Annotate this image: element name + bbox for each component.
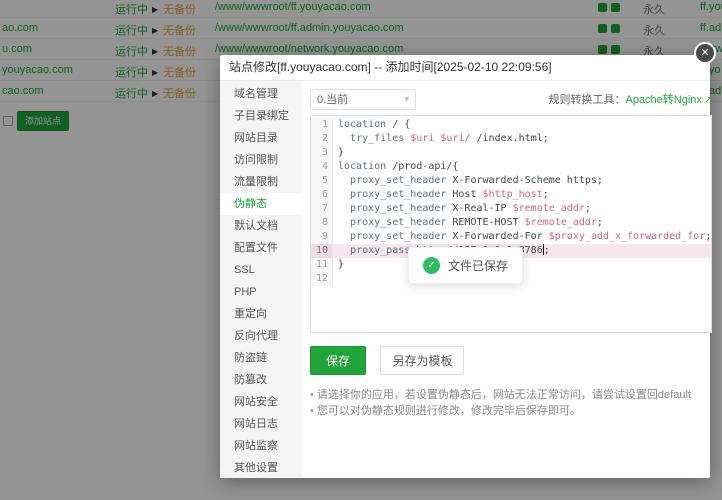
hint-item: 请选择你的应用，若设置伪静态后，网站无法正常访问，请尝试设置回default: [310, 387, 712, 403]
site-modify-modal: ✕ 站点修改[ff.youyacao.com] -- 添加时间[2025-02-…: [220, 55, 710, 478]
sidebar-item[interactable]: 配置文件: [220, 237, 302, 259]
line-number: 12: [311, 272, 333, 286]
code-line: 8 proxy_set_header REMOTE-HOST $remote_a…: [311, 216, 711, 230]
apache-to-nginx-link[interactable]: Apache转Nginx: [625, 94, 701, 106]
sidebar-item[interactable]: 重定向: [220, 303, 302, 325]
line-number: 4: [311, 160, 333, 174]
sidebar-item[interactable]: 其他设置: [220, 457, 302, 478]
code-text: location / {: [333, 118, 410, 132]
sidebar-item[interactable]: PHP: [220, 281, 302, 303]
code-text: proxy_set_header X-Forwarded-Scheme http…: [333, 174, 603, 188]
code-text: }: [333, 258, 344, 272]
hint-item: 您可以对伪静态规则进行修改，修改完毕后保存即可。: [310, 403, 712, 419]
sidebar-item[interactable]: 域名管理: [220, 83, 302, 105]
rewrite-toolbar: 0.当前 ▾ 规则转换工具：Apache转Nginx↗: [310, 87, 712, 111]
check-icon: ✓: [423, 257, 440, 274]
code-line: 2 try_files $uri $uri/ /index.html;: [311, 132, 711, 146]
close-icon: ✕: [700, 47, 709, 59]
code-line: 9 proxy_set_header X-Forwarded-For $prox…: [311, 230, 711, 244]
line-number: 5: [311, 174, 333, 188]
sidebar-item[interactable]: 流量限制: [220, 171, 302, 193]
rewrite-template-value: 0.当前: [317, 91, 348, 107]
code-line: 1location / {: [311, 118, 711, 132]
save-button[interactable]: 保存: [310, 346, 366, 375]
code-line: 3}: [311, 146, 711, 160]
modal-title: 站点修改[ff.youyacao.com] -- 添加时间[2025-02-10…: [229, 60, 552, 74]
editor-buttons: 保存 另存为模板: [310, 346, 712, 375]
chevron-down-icon: ▾: [404, 94, 409, 105]
code-text: proxy_set_header X-Real-IP $remote_addr;: [333, 202, 591, 216]
line-number: 11: [311, 258, 333, 272]
code-text: proxy_set_header X-Forwarded-For $proxy_…: [333, 230, 711, 244]
converter-tool-label: 规则转换工具：: [548, 94, 625, 106]
save-toast: ✓ 文件已保存: [408, 247, 523, 284]
line-number: 2: [311, 132, 333, 146]
code-text: }: [333, 146, 344, 160]
sidebar-item[interactable]: SSL: [220, 259, 302, 281]
sidebar-item[interactable]: 网站目录: [220, 127, 302, 149]
line-number: 7: [311, 202, 333, 216]
sidebar-item[interactable]: 防盗链: [220, 347, 302, 369]
sidebar-item[interactable]: 网站日志: [220, 413, 302, 435]
external-link-icon: ↗: [704, 95, 712, 106]
settings-sidebar: 域名管理子目录绑定网站目录访问限制流量限制伪静态默认文档配置文件SSLPHP重定…: [220, 81, 302, 478]
code-text: [333, 272, 338, 286]
rewrite-template-select[interactable]: 0.当前 ▾: [310, 89, 416, 110]
sidebar-item[interactable]: 防篡改: [220, 369, 302, 391]
sidebar-item[interactable]: 反向代理: [220, 325, 302, 347]
line-number: 8: [311, 216, 333, 230]
code-line: 6 proxy_set_header Host $http_host;: [311, 188, 711, 202]
code-line: 4location /prod-api/{: [311, 160, 711, 174]
rewrite-code-editor[interactable]: 1location / {2 try_files $uri $uri/ /ind…: [310, 115, 712, 333]
sidebar-item[interactable]: 伪静态: [220, 193, 302, 215]
sidebar-item[interactable]: 访问限制: [220, 149, 302, 171]
close-button[interactable]: ✕: [694, 42, 716, 64]
sidebar-item[interactable]: 网站安全: [220, 391, 302, 413]
code-text: location /prod-api/{: [333, 160, 458, 174]
converter-tool: 规则转换工具：Apache转Nginx↗: [548, 91, 712, 107]
line-number: 3: [311, 146, 333, 160]
line-number: 6: [311, 188, 333, 202]
sidebar-item[interactable]: 默认文档: [220, 215, 302, 237]
toast-message: 文件已保存: [448, 257, 508, 274]
save-as-template-button[interactable]: 另存为模板: [380, 346, 464, 375]
code-text: try_files $uri $uri/ /index.html;: [333, 132, 549, 146]
code-line: 7 proxy_set_header X-Real-IP $remote_add…: [311, 202, 711, 216]
line-number: 10: [311, 244, 333, 258]
code-text: proxy_set_header Host $http_host;: [333, 188, 549, 202]
screen: 运行中▶无备份/www/wwwroot/ff.youyacao.com永久ff.…: [0, 0, 722, 500]
hint-list: 请选择你的应用，若设置伪静态后，网站无法正常访问，请尝试设置回default 您…: [310, 387, 712, 419]
sidebar-item[interactable]: 子目录绑定: [220, 105, 302, 127]
code-text: proxy_set_header REMOTE-HOST $remote_add…: [333, 216, 603, 230]
sidebar-item[interactable]: 网站监察: [220, 435, 302, 457]
line-number: 1: [311, 118, 333, 132]
modal-header: 站点修改[ff.youyacao.com] -- 添加时间[2025-02-10…: [220, 55, 710, 81]
code-line: 5 proxy_set_header X-Forwarded-Scheme ht…: [311, 174, 711, 188]
line-number: 9: [311, 230, 333, 244]
